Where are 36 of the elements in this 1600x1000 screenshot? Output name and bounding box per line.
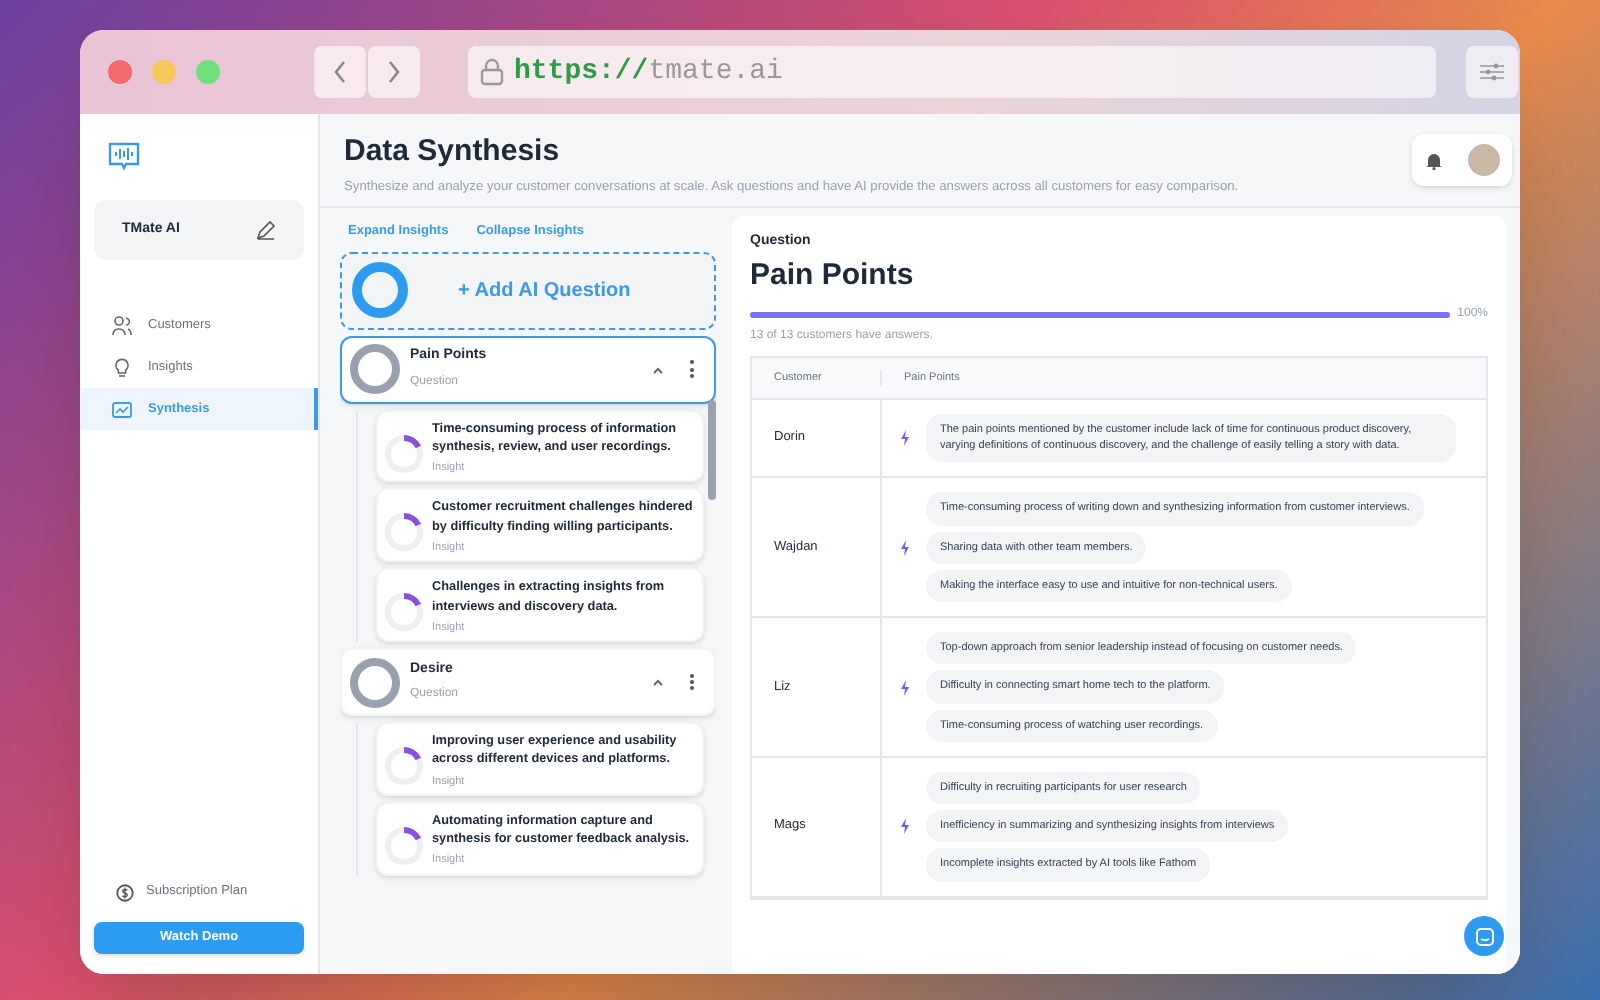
lightning-icon bbox=[900, 818, 910, 835]
ring-icon bbox=[350, 344, 400, 395]
url-text: https://tmate.ai bbox=[514, 53, 783, 91]
ring-icon bbox=[352, 262, 408, 319]
ring-icon bbox=[384, 592, 424, 633]
users-icon bbox=[112, 315, 132, 335]
chevron-up-icon[interactable] bbox=[652, 678, 665, 687]
chat-icon bbox=[1475, 927, 1493, 945]
back-button[interactable] bbox=[314, 46, 366, 98]
ring-icon bbox=[384, 825, 424, 866]
edit-icon bbox=[256, 220, 276, 240]
ring-icon bbox=[384, 512, 424, 553]
page-title: Data Synthesis bbox=[344, 134, 562, 172]
settings-button[interactable] bbox=[1466, 46, 1518, 98]
ring-icon bbox=[350, 657, 400, 708]
avatar[interactable] bbox=[1467, 144, 1499, 176]
logo-icon bbox=[108, 142, 140, 172]
lightning-icon bbox=[900, 430, 910, 447]
dollar-icon bbox=[116, 883, 134, 902]
lightning-icon bbox=[900, 539, 910, 556]
bell-icon[interactable] bbox=[1425, 151, 1441, 169]
address-bar[interactable]: https://tmate.ai bbox=[468, 46, 1436, 98]
forward-button[interactable] bbox=[368, 46, 420, 98]
chart-icon bbox=[112, 399, 132, 419]
question-title: Pain Points bbox=[750, 258, 916, 296]
scrollbar[interactable] bbox=[708, 399, 716, 500]
forward-icon bbox=[386, 60, 402, 84]
lightbulb-icon bbox=[112, 357, 132, 377]
lock-icon bbox=[480, 58, 504, 86]
chevron-up-icon[interactable] bbox=[652, 365, 665, 374]
lightning-icon bbox=[900, 679, 910, 696]
back-icon bbox=[332, 60, 348, 84]
add-question-button[interactable]: + Add AI Question bbox=[340, 251, 716, 330]
sliders-icon bbox=[1480, 62, 1504, 82]
ring-icon bbox=[384, 746, 424, 787]
ring-icon bbox=[384, 433, 424, 474]
